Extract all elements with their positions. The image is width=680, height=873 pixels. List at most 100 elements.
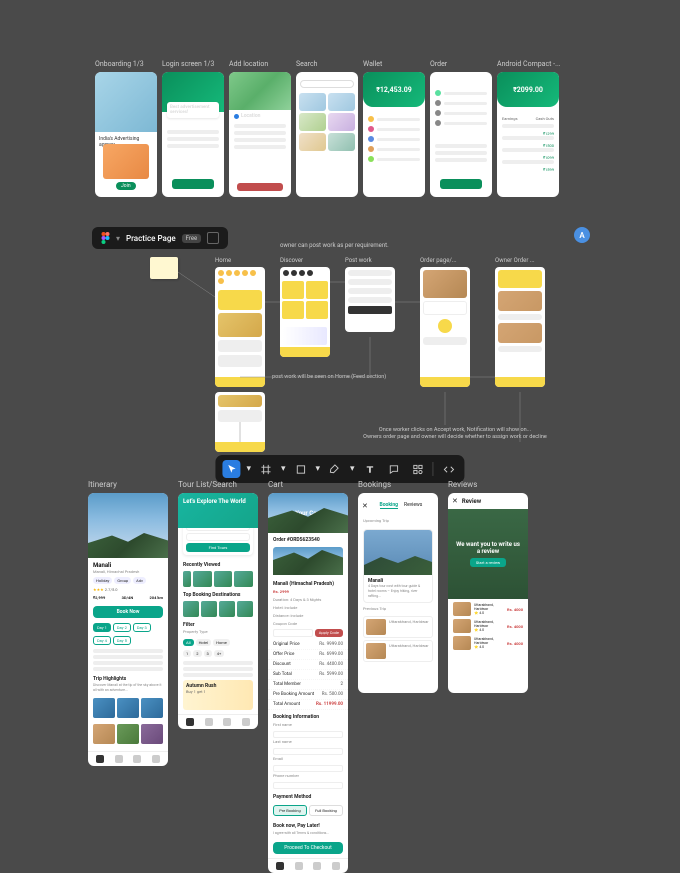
reviews-tab[interactable]: Reviews (404, 502, 422, 509)
chevron-down-icon[interactable]: ▾ (316, 464, 321, 474)
flow-label: Order page/... (420, 257, 457, 264)
top-screens-row: Onboarding 1/3 India's Advertising agenc… (95, 60, 561, 197)
tour-search-screen[interactable]: Let's Explore The World Find Tours Recen… (178, 493, 258, 729)
screen-label: Add location (229, 60, 291, 68)
book-now-button[interactable]: Book Now (93, 606, 163, 618)
compact-amount: ₹2099.00 (497, 86, 559, 94)
android-compact-screen[interactable]: ₹2099.00 EarningsCash Outs ₹1299 ₹1500 ₹… (497, 72, 559, 197)
comment-tool[interactable] (385, 460, 403, 478)
flow-label: Owner Order ... (495, 257, 535, 264)
lastname-input[interactable] (273, 748, 343, 755)
flow-area: owner can post work as per requirement. … (160, 242, 570, 442)
text-tool[interactable] (361, 460, 379, 478)
screen-label: Onboarding 1/3 (95, 60, 157, 68)
location-icon (234, 114, 239, 119)
tab-bar[interactable] (88, 751, 168, 766)
chevron-down-icon[interactable]: ▾ (281, 464, 286, 474)
tab-bar[interactable] (178, 714, 258, 729)
order-id: Order #ORD5623540 (268, 533, 348, 545)
filter-heading: Filter (178, 619, 258, 629)
figma-icon (101, 232, 110, 244)
cart-item-title: Manali (Himachal Pradesh) (268, 577, 348, 589)
flow-label: Discover (280, 257, 303, 264)
search-input[interactable] (300, 80, 354, 88)
design-toolbar[interactable]: ▾ ▾ ▾ ▾ (215, 455, 464, 483)
review-item[interactable]: Uttarakhand, Haridwar⭐ 4.0Rs. 4000 (453, 636, 523, 650)
review-item[interactable]: Uttarakhand, Haridwar⭐ 4.0Rs. 4000 (453, 602, 523, 616)
rectangle-tool[interactable] (292, 460, 310, 478)
destination-sub: Manali, Himachal Pradesh (88, 569, 168, 577)
move-tool[interactable] (222, 460, 240, 478)
screen-label: Login screen 1/3 (162, 60, 224, 68)
highlights-heading: Trip Highlights (88, 673, 168, 683)
sticky-note[interactable] (150, 257, 178, 279)
home-screen-2[interactable] (215, 392, 265, 452)
screen-label: Itinerary (88, 480, 168, 489)
feed-annotation: post work will be seen on Home (Feed sec… (272, 374, 386, 380)
save-location-button[interactable] (237, 183, 283, 191)
join-button[interactable]: Join (116, 182, 136, 190)
chevron-down-icon[interactable]: ▾ (246, 464, 251, 474)
firstname-input[interactable] (273, 731, 343, 738)
find-tours-button[interactable]: Find Tours (186, 543, 250, 552)
user-avatar[interactable]: A (574, 227, 590, 243)
login-title: Best advertisement services! (170, 105, 216, 115)
flow-label: Home (215, 257, 231, 264)
recently-heading: Recently Viewed (178, 559, 258, 569)
pen-tool[interactable] (326, 460, 344, 478)
flow-annotation: owner can post work as per requirement. (280, 242, 389, 249)
destination-title: Manali (88, 558, 168, 569)
review-hero-text: We want you to write us a review (448, 541, 528, 555)
cart-screen[interactable]: Your Cart Order #ORD5623540 Manali (Hima… (268, 493, 348, 873)
review-item[interactable]: Uttarakhand, Haridwar⭐ 4.0Rs. 4000 (453, 619, 523, 633)
frame-tool[interactable] (257, 460, 275, 478)
day-tabs[interactable]: Day 1 Day 2 Day 3 (88, 621, 168, 634)
booking-tab[interactable]: Booking (380, 502, 399, 509)
screen-label: Order (430, 60, 492, 68)
reviews-screen[interactable]: ✕Review We want you to write us a review… (448, 493, 528, 693)
past-trip-row[interactable]: Uttarakhand, Haridwar (363, 640, 433, 662)
date-input[interactable] (186, 533, 250, 541)
tab-bar[interactable] (268, 858, 348, 873)
phone-input[interactable] (273, 782, 343, 789)
bookings-screen[interactable]: ✕ Booking Reviews Upcoming Trip Manali 4… (358, 493, 438, 693)
actions-tool[interactable] (409, 460, 427, 478)
email-input[interactable] (273, 765, 343, 772)
home-screen[interactable] (215, 267, 265, 387)
chevron-down-icon[interactable]: ▾ (350, 464, 355, 474)
onboarding-screen[interactable]: India's Advertising agency Join (95, 72, 157, 197)
checkout-button[interactable]: Proceed To Checkout (273, 842, 343, 854)
search-screen[interactable] (296, 72, 358, 197)
order-screen[interactable] (430, 72, 492, 197)
itinerary-screen[interactable]: Manali Manali, Himachal Pradesh HolidayG… (88, 493, 168, 766)
location-title: Location (241, 113, 260, 119)
start-review-button[interactable]: Start a review (470, 558, 506, 567)
apply-code-button[interactable]: Apply Code (315, 629, 343, 637)
fullbooking-option[interactable]: Full Booking (309, 805, 343, 816)
promo-banner[interactable]: Autumn Rush Buy 1 get 1 (183, 680, 253, 710)
discover-screen[interactable] (280, 267, 330, 357)
rating-text: 2.7/5.0 (105, 587, 118, 592)
wallet-screen[interactable]: ₹12,453.09 (363, 72, 425, 197)
past-trip-row[interactable]: Uttarakhand, Haridwar (363, 616, 433, 638)
tour-hero-title: Let's Explore The World (178, 493, 258, 510)
previous-heading: Previous Trip (358, 606, 438, 614)
screen-label: Cart (268, 480, 348, 489)
order-button[interactable] (440, 179, 482, 189)
bottom-annotation: Once worker clicks on Accept work, Notif… (340, 427, 570, 441)
booking-card[interactable]: Manali 4 Days tour cost with tour guide … (363, 529, 433, 603)
coupon-input[interactable] (273, 629, 313, 637)
screen-label: Reviews (448, 480, 528, 489)
add-location-screen[interactable]: Location (229, 72, 291, 197)
chevron-down-icon[interactable]: ▾ (116, 234, 120, 243)
login-button[interactable] (172, 179, 214, 189)
login-screen[interactable]: Best advertisement services! (162, 72, 224, 197)
order-page-screen[interactable] (420, 267, 470, 387)
prebooking-option[interactable]: Pre Booking (273, 805, 307, 816)
screen-label: Wallet (363, 60, 425, 68)
dev-mode-tool[interactable] (440, 460, 458, 478)
owner-order-screen[interactable] (495, 267, 545, 387)
post-work-screen[interactable] (345, 267, 395, 332)
close-icon[interactable]: ✕ (452, 497, 458, 505)
screen-label: Bookings (358, 480, 438, 489)
